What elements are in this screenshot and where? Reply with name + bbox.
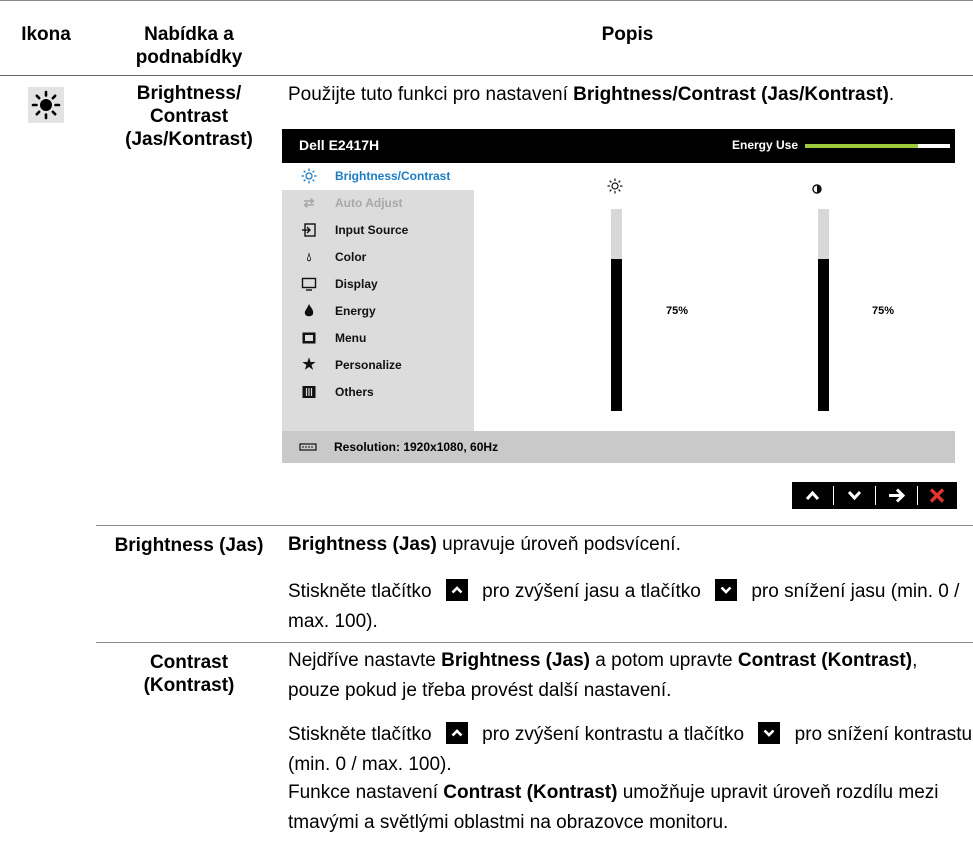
auto-adjust-icon: ⇄ — [303, 195, 315, 210]
osd-menu-item-display[interactable]: Display — [282, 271, 474, 298]
contrast-desc-2: Stiskněte tlačítko pro zvýšení kontrastu… — [288, 722, 973, 775]
brightness-slider[interactable] — [611, 209, 622, 411]
table-top-rule — [0, 0, 973, 1]
contrast-value: 75% — [872, 305, 895, 317]
osd-menu-label: Color — [335, 250, 367, 264]
brightness-sun-icon — [28, 87, 64, 123]
header-icon: Ikona — [21, 24, 71, 45]
osd-top-bar: Dell E2417H Energy Use — [282, 129, 955, 163]
up-key-icon — [445, 579, 468, 601]
energy-use-bar — [805, 144, 918, 148]
down-key-icon — [758, 722, 781, 744]
contrast-slider[interactable] — [818, 209, 829, 411]
down-arrow-icon[interactable] — [834, 482, 875, 509]
contrast-desc-1: Nejdříve nastavte Brightness (Jas) a pot… — [288, 650, 918, 701]
osd-menu-item-input-source[interactable]: Input Source — [282, 217, 474, 244]
osd-menu-label: Auto Adjust — [335, 196, 403, 210]
header-desc: Popis — [601, 24, 654, 45]
up-arrow-icon[interactable] — [792, 482, 833, 509]
osd-menu: Brightness/Contrast ⇄ Auto Adjust Input … — [282, 163, 474, 431]
osd-menu-label: Personalize — [335, 358, 402, 372]
osd-model-name: Dell E2417H — [299, 137, 380, 153]
osd-menu-item-brightness-contrast[interactable]: Brightness/Contrast — [282, 163, 474, 190]
osd-menu-label: Menu — [335, 331, 367, 345]
up-key-icon — [445, 722, 468, 744]
menu-label-contrast: Contrast (Kontrast) — [143, 652, 235, 696]
row-rule-brightness — [96, 525, 973, 526]
energy-icon — [301, 303, 317, 319]
osd-status-bar: Resolution: 1920x1080, 60Hz — [282, 431, 955, 463]
brightness-slider-sun-icon — [607, 178, 623, 199]
row-rule-contrast — [96, 642, 973, 643]
close-icon[interactable] — [917, 482, 957, 509]
brightness-desc-2: Stiskněte tlačítko pro zvýšení jasu a tl… — [288, 579, 960, 632]
osd-menu-label: Others — [335, 385, 374, 399]
menu-label-brightness: Brightness (Jas) — [114, 535, 264, 556]
osd-menu-item-menu[interactable]: Menu — [282, 325, 474, 352]
contrast-slider-fill — [818, 259, 829, 411]
osd-menu-item-auto-adjust[interactable]: ⇄ Auto Adjust — [282, 190, 474, 217]
osd-menu-item-personalize[interactable]: ★ Personalize — [282, 352, 474, 379]
color-icon: 💧︎ — [306, 250, 312, 264]
menu-icon — [301, 330, 317, 346]
intro-text: Použijte tuto funkci pro nastavení Brigh… — [288, 84, 895, 105]
osd-menu-item-color[interactable]: 💧︎ Color — [282, 244, 474, 271]
display-icon — [301, 276, 317, 292]
header-menu: Nabídka a podnabídky — [135, 24, 243, 68]
resolution-icon — [299, 441, 317, 456]
brightness-value: 75% — [666, 305, 689, 317]
menu-label-brightness-contrast: Brightness/ Contrast (Jas/Kontrast) — [125, 83, 253, 150]
star-icon: ★ — [302, 356, 316, 373]
brightness-slider-fill — [611, 259, 622, 411]
input-source-icon — [301, 222, 317, 238]
header-rule — [0, 75, 973, 76]
others-icon — [301, 384, 317, 400]
energy-use-label: Energy Use — [732, 138, 799, 152]
sun-icon — [301, 168, 317, 184]
resolution-text: Resolution: 1920x1080, 60Hz — [334, 440, 499, 454]
osd-screenshot: Dell E2417H Energy Use Brightness/Contra… — [282, 129, 955, 463]
contrast-icon — [812, 181, 822, 199]
osd-menu-label: Display — [335, 277, 378, 291]
contrast-desc-3: Funkce nastavení Contrast (Kontrast) umo… — [288, 782, 939, 833]
brightness-desc-1: Brightness (Jas) upravuje úroveň podsvíc… — [288, 534, 681, 555]
down-key-icon — [715, 579, 738, 601]
osd-menu-label: Energy — [335, 304, 376, 318]
energy-use-bar-remaining — [918, 144, 950, 148]
osd-nav-buttons — [792, 482, 957, 509]
osd-menu-label: Input Source — [335, 223, 409, 237]
osd-adjust-panel: 75% 75% — [474, 163, 955, 431]
osd-menu-item-energy[interactable]: Energy — [282, 298, 474, 325]
osd-menu-item-others[interactable]: Others — [282, 379, 474, 406]
right-arrow-icon[interactable] — [876, 482, 917, 509]
osd-menu-label: Brightness/Contrast — [335, 169, 451, 183]
